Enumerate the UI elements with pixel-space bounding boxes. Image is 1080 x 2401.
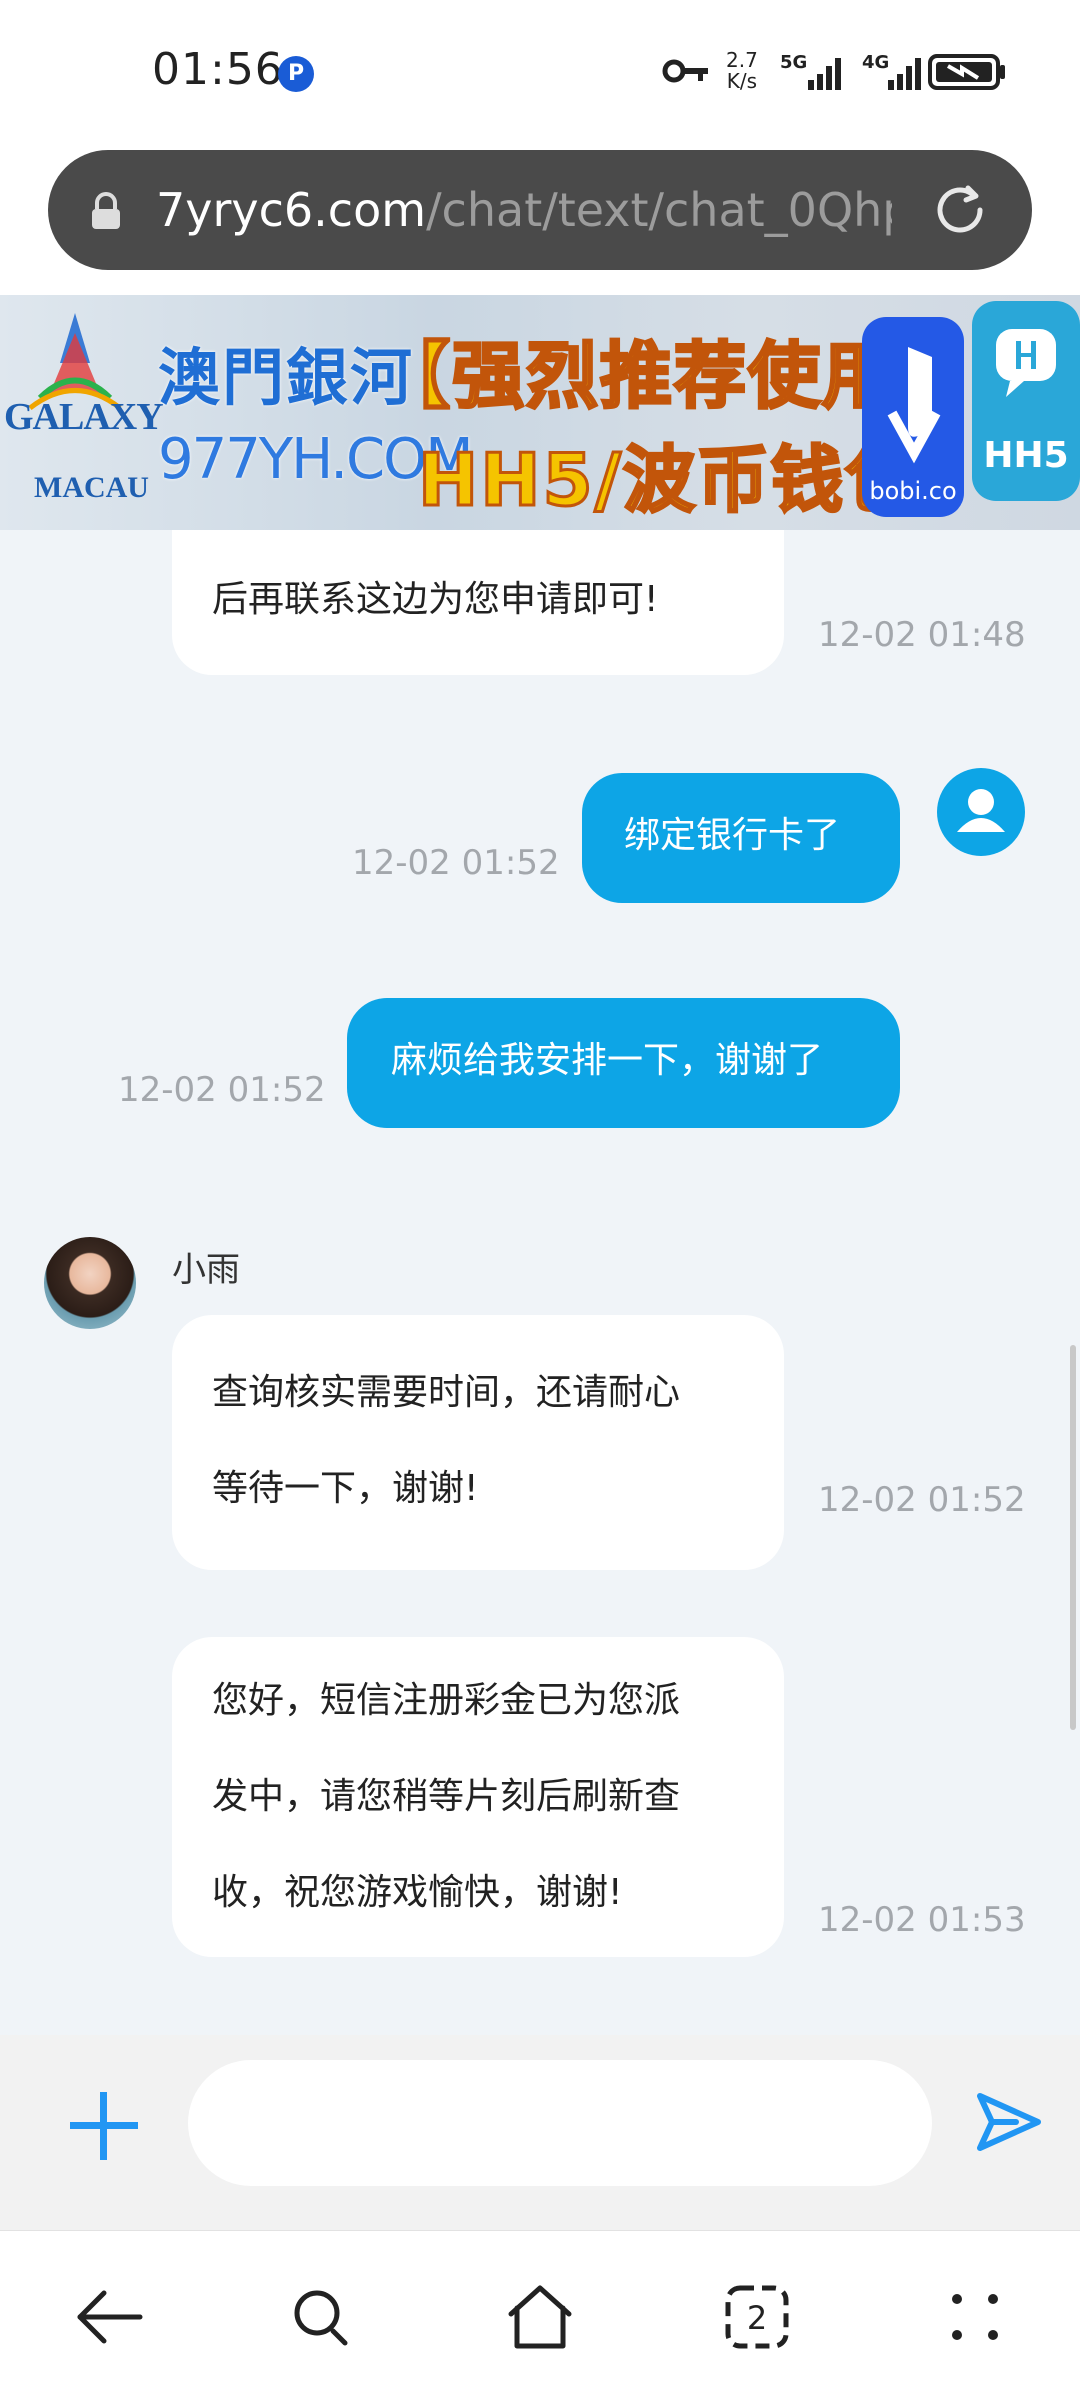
send-icon[interactable]: [972, 2086, 1044, 2158]
galaxy-logo-subtext: MACAU: [34, 471, 149, 504]
url-domain: 7yryc6.com: [156, 183, 427, 237]
outgoing-message-bubble: 绑定银行卡了: [582, 773, 900, 903]
tab-count: 2: [747, 2299, 767, 2337]
message-timestamp: 12-02 01:52: [118, 1070, 326, 1110]
tabs-button[interactable]: 2: [712, 2272, 802, 2362]
hh5-app-label: HH5: [983, 435, 1069, 476]
tabs-icon: 2: [725, 2285, 789, 2349]
galaxy-logo-text: GALAXY: [4, 396, 164, 438]
outgoing-message-bubble: 麻烦给我安排一下，谢谢了: [347, 998, 900, 1128]
sender-name: 小雨: [172, 1250, 240, 1290]
app-notification-icon: P: [278, 56, 314, 92]
menu-dots-icon: [952, 2294, 998, 2340]
url-path: /chat/text/chat_0Qhpc: [426, 183, 892, 237]
sim2-type-label: 4G: [862, 52, 889, 73]
chat-message-list[interactable]: 后再联系这边为您申请即可! 12-02 01:48 绑定银行卡了 12-02 0…: [0, 530, 1080, 2035]
message-text-line: 您好，短信注册彩金已为您派: [212, 1680, 681, 1721]
incoming-message-bubble: 后再联系这边为您申请即可!: [172, 530, 784, 675]
incoming-message-bubble: 您好，短信注册彩金已为您派 发中，请您稍等片刻后刷新查 收，祝您游戏愉快，谢谢!: [172, 1637, 784, 1957]
message-timestamp: 12-02 01:52: [352, 843, 560, 883]
url-text[interactable]: 7yryc6.com/chat/text/chat_0Qhpc: [156, 182, 892, 238]
message-timestamp: 12-02 01:52: [818, 1480, 1026, 1520]
chat-scrollbar[interactable]: [1070, 1345, 1076, 1730]
message-text: 查询核实需要时间，还请耐心 等待一下，谢谢!: [212, 1345, 680, 1537]
back-arrow-icon: [77, 2290, 143, 2344]
search-icon: [294, 2290, 348, 2346]
network-speed-value: 2.7: [726, 48, 758, 72]
message-text-line: 发中，请您稍等片刻后刷新查: [212, 1776, 681, 1817]
message-input[interactable]: [188, 2060, 932, 2186]
search-button[interactable]: [276, 2272, 366, 2362]
back-button[interactable]: [64, 2272, 154, 2362]
battery-charging-icon: [928, 54, 1005, 90]
menu-button[interactable]: [930, 2272, 1020, 2362]
incoming-message-bubble: 查询核实需要时间，还请耐心 等待一下，谢谢!: [172, 1315, 784, 1570]
home-button[interactable]: [495, 2272, 585, 2362]
sim1-type-label: 5G: [780, 52, 807, 73]
lock-icon: [92, 192, 120, 229]
agent-avatar: [44, 1237, 136, 1329]
network-speed-unit: K/s: [726, 69, 758, 93]
message-text-line: 收，祝您游戏愉快，谢谢!: [212, 1872, 623, 1913]
vpn-key-icon: [662, 59, 708, 83]
bobi-app-label: bobi.co: [869, 477, 957, 505]
signal-5g-icon: 5G: [778, 50, 848, 98]
message-timestamp: 12-02 01:48: [818, 615, 1026, 655]
home-icon: [508, 2285, 572, 2349]
ad-banner[interactable]: GALAXY MACAU 澳門銀河 977YH.COM 【强烈推荐使用】 HH5…: [0, 295, 1080, 530]
message-text-line: 等待一下，谢谢!: [212, 1468, 479, 1509]
network-speed: 2.7 K/s: [726, 50, 758, 92]
plus-icon[interactable]: [66, 2088, 142, 2164]
message-text: 后再联系这边为您申请即可!: [212, 579, 659, 620]
reload-icon[interactable]: [928, 178, 992, 242]
message-timestamp: 12-02 01:53: [818, 1900, 1026, 1940]
user-avatar-icon: [937, 768, 1025, 856]
banner-brand-name: 澳門銀河: [158, 341, 415, 414]
message-text: 绑定银行卡了: [624, 815, 841, 856]
signal-4g-icon: 4G: [862, 50, 926, 98]
banner-promo-subline: HH5/波币钱包: [417, 437, 919, 524]
status-time: 01:56: [152, 44, 284, 95]
message-text: 您好，短信注册彩金已为您派 发中，请您稍等片刻后刷新查 收，祝您游戏愉快，谢谢!: [212, 1653, 680, 1941]
message-text: 麻烦给我安排一下，谢谢了: [391, 1040, 824, 1081]
message-text-line: 查询核实需要时间，还请耐心: [212, 1372, 681, 1413]
